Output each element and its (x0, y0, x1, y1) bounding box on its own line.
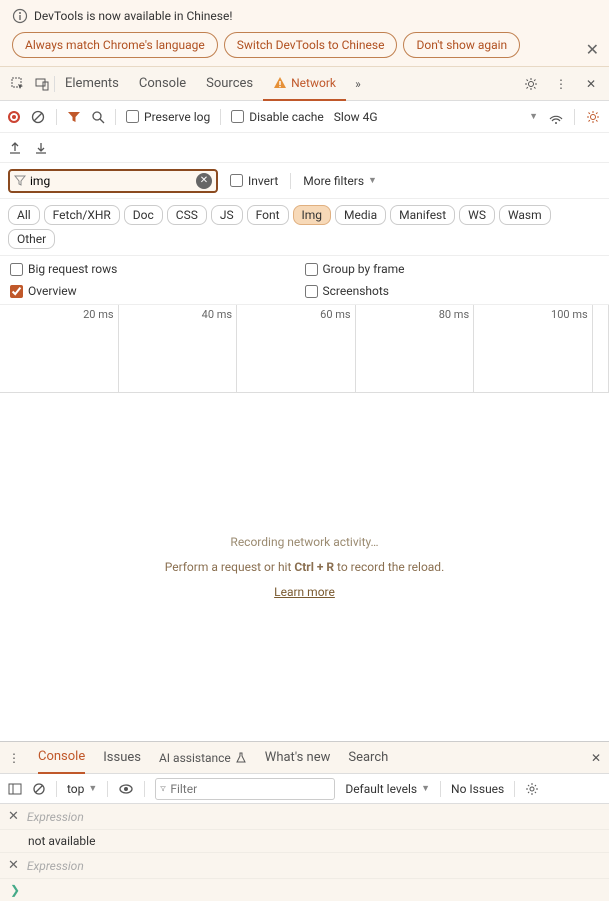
filter-input-wrapper: ✕ (8, 169, 218, 193)
search-icon[interactable] (91, 110, 105, 124)
banner-title-text: DevTools is now available in Chinese! (34, 9, 232, 23)
clear-icon[interactable] (30, 109, 46, 125)
invert-checkbox[interactable]: Invert (230, 174, 278, 188)
chip-img[interactable]: Img (293, 205, 332, 225)
export-icon[interactable] (8, 141, 22, 155)
screenshots-checkbox[interactable]: Screenshots (305, 284, 600, 298)
issues-count[interactable]: No Issues (451, 782, 504, 796)
big-rows-checkbox[interactable]: Big request rows (10, 262, 305, 276)
clear-filter-icon[interactable]: ✕ (196, 173, 212, 189)
banner-buttons: Always match Chrome's language Switch De… (12, 32, 597, 58)
chip-manifest[interactable]: Manifest (390, 205, 455, 225)
options-row: Big request rows Overview Group by frame… (0, 256, 609, 305)
tab-elements[interactable]: Elements (55, 67, 129, 101)
funnel-icon (14, 175, 26, 187)
drawer-tab-console[interactable]: Console (38, 742, 85, 774)
tab-sources[interactable]: Sources (196, 67, 263, 101)
drawer-tabs: ⋮ Console Issues AI assistance What's ne… (0, 742, 609, 774)
info-icon (12, 8, 28, 24)
chip-fetch-xhr[interactable]: Fetch/XHR (44, 205, 120, 225)
tab-console[interactable]: Console (129, 67, 196, 101)
resource-type-chips: AllFetch/XHRDocCSSJSFontImgMediaManifest… (0, 199, 609, 256)
console-filter-wrapper (155, 778, 335, 800)
drawer-tab-whatsnew[interactable]: What's new (265, 742, 331, 774)
learn-more-link[interactable]: Learn more (274, 585, 335, 599)
chip-css[interactable]: CSS (167, 205, 207, 225)
gear-icon[interactable] (521, 74, 541, 94)
clear-console-icon[interactable] (32, 782, 46, 796)
filter-toggle-icon[interactable] (67, 110, 81, 124)
context-select[interactable]: top ▼ (67, 782, 97, 796)
chip-all[interactable]: All (8, 205, 40, 225)
console-settings-icon[interactable] (525, 782, 539, 796)
close-devtools-icon[interactable]: ✕ (581, 74, 601, 94)
remove-expression-icon[interactable]: ✕ (8, 858, 19, 873)
chip-wasm[interactable]: Wasm (499, 205, 551, 225)
close-drawer-icon[interactable]: ✕ (591, 751, 601, 765)
throttle-select[interactable]: Slow 4G (334, 110, 378, 124)
drawer: ⋮ Console Issues AI assistance What's ne… (0, 741, 609, 901)
flask-icon (235, 752, 247, 764)
log-levels-select[interactable]: Default levels ▼ (345, 782, 430, 796)
live-expression-icon[interactable] (118, 781, 134, 797)
live-expression-2: ✕ Expression (0, 853, 609, 879)
timeline-tick: 60 ms (237, 305, 356, 392)
remove-expression-icon[interactable]: ✕ (8, 809, 19, 824)
timeline-tick: 100 ms (474, 305, 593, 392)
timeline-tick: 80 ms (356, 305, 475, 392)
expression-placeholder[interactable]: Expression (27, 859, 84, 873)
filter-input[interactable] (26, 174, 196, 188)
kebab-icon[interactable]: ⋮ (551, 74, 571, 94)
chip-doc[interactable]: Doc (124, 205, 163, 225)
timeline-tick: 20 ms (0, 305, 119, 392)
main-tabs: Elements Console Sources Network » ⋮ ✕ (0, 67, 609, 101)
more-tabs-icon[interactable]: » (348, 74, 368, 94)
console-filter-input[interactable] (166, 782, 330, 796)
preserve-log-checkbox[interactable]: Preserve log (126, 110, 210, 124)
overview-checkbox[interactable]: Overview (10, 284, 305, 298)
inspect-icon[interactable] (8, 74, 28, 94)
match-language-button[interactable]: Always match Chrome's language (12, 32, 218, 58)
console-toolbar: top ▼ Default levels ▼ No Issues (0, 774, 609, 804)
chip-media[interactable]: Media (335, 205, 386, 225)
drawer-tab-search[interactable]: Search (348, 742, 388, 774)
expression-result: not available (0, 830, 609, 853)
chip-js[interactable]: JS (211, 205, 243, 225)
chip-font[interactable]: Font (247, 205, 289, 225)
language-banner: DevTools is now available in Chinese! Al… (0, 0, 609, 67)
disable-cache-checkbox[interactable]: Disable cache (231, 110, 324, 124)
drawer-tab-ai[interactable]: AI assistance (159, 742, 247, 774)
live-expression-1: ✕ Expression (0, 804, 609, 830)
network-toolbar: Preserve log Disable cache Slow 4G ▼ (0, 101, 609, 133)
recording-text: Recording network activity… (230, 535, 378, 549)
filter-row: ✕ Invert More filters ▼ (0, 163, 609, 199)
device-icon[interactable] (32, 74, 52, 94)
hint-text: Perform a request or hit Ctrl + R to rec… (165, 559, 445, 575)
switch-chinese-button[interactable]: Switch DevTools to Chinese (224, 32, 398, 58)
console-prompt[interactable]: ❯ (0, 879, 609, 901)
expression-placeholder[interactable]: Expression (27, 810, 84, 824)
chip-ws[interactable]: WS (459, 205, 495, 225)
import-icon[interactable] (34, 141, 48, 155)
group-frame-checkbox[interactable]: Group by frame (305, 262, 600, 276)
drawer-kebab-icon[interactable]: ⋮ (8, 751, 20, 765)
chevron-down-icon[interactable]: ▼ (529, 111, 538, 122)
empty-state: Recording network activity… Perform a re… (0, 393, 609, 741)
drawer-tab-issues[interactable]: Issues (103, 742, 141, 774)
warning-icon (273, 76, 287, 90)
tab-network[interactable]: Network (263, 67, 346, 101)
import-export-toolbar (0, 133, 609, 163)
timeline-tick: 40 ms (119, 305, 238, 392)
network-settings-icon[interactable] (585, 109, 601, 125)
timeline-overview[interactable]: 20 ms40 ms60 ms80 ms100 ms (0, 305, 609, 393)
dont-show-button[interactable]: Don't show again (403, 32, 520, 58)
more-filters-dropdown[interactable]: More filters ▼ (303, 174, 377, 188)
sidebar-toggle-icon[interactable] (8, 782, 22, 796)
record-button[interactable] (8, 111, 20, 123)
chip-other[interactable]: Other (8, 229, 55, 249)
network-conditions-icon[interactable] (548, 109, 564, 125)
close-icon[interactable]: ✕ (586, 40, 599, 59)
